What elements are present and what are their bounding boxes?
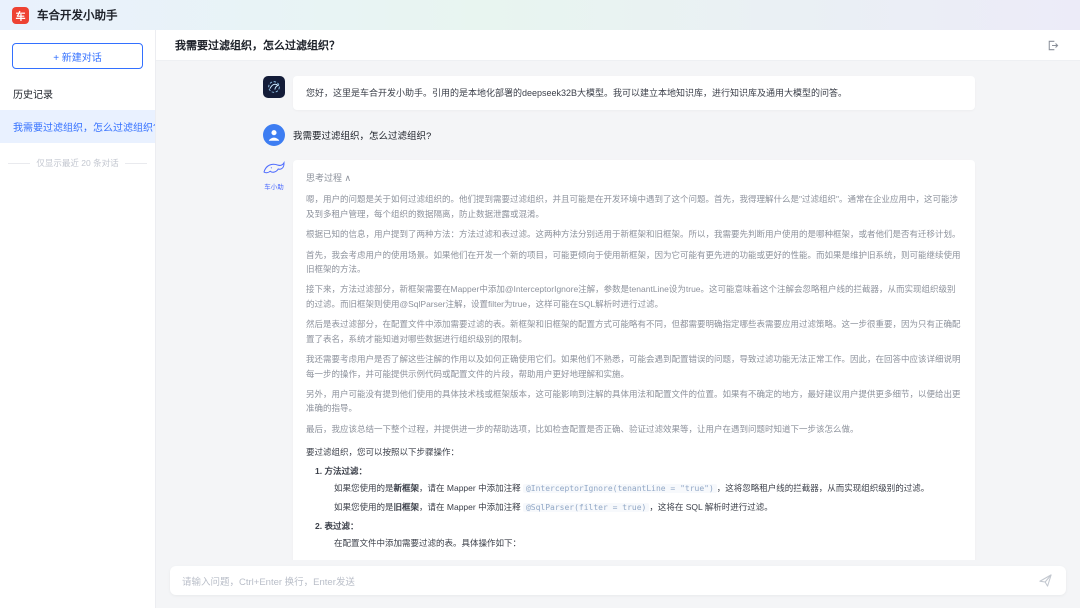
input-bar: 请输入问题，Ctrl+Enter 换行，Enter发送 [156, 560, 1080, 608]
answer-step1-item1: 如果您使用的是新框架，请在 Mapper 中添加注释 @InterceptorI… [306, 481, 962, 496]
thinking-paragraph: 嗯，用户的问题是关于如何过滤组织的。他们提到需要过滤组织，并且可能是在开发环境中… [306, 192, 962, 221]
assistant-greeting-text: 您好，这里是车合开发小助手。引用的是本地化部署的deepseek32B大模型。我… [293, 76, 975, 110]
user-question-text: 我需要过滤组织，怎么过滤组织? [293, 124, 431, 142]
user-avatar [263, 124, 285, 146]
answer-step1-title: 1. 方法过滤： [306, 465, 962, 477]
answer-step2-title: 2. 表过滤： [306, 520, 962, 532]
divider [125, 163, 147, 164]
history-label: 历史记录 [0, 69, 155, 110]
chat-titlebar: 我需要过滤组织，怎么过滤组织？ [156, 30, 1080, 61]
sidebar-item-conversation[interactable]: 我需要过滤组织，怎么过滤组织? [0, 110, 155, 143]
new-chat-button[interactable]: + 新建对话 [12, 43, 143, 69]
answer-step1-item2: 如果您使用的是旧框架，请在 Mapper 中添加注释 @SqlParser(fi… [306, 500, 962, 515]
export-icon[interactable] [1043, 36, 1061, 54]
assistant-response-card: 思考过程 ∧ 嗯，用户的问题是关于如何过滤组织的。他们提到需要过滤组织，并且可能… [293, 160, 975, 560]
chat-title: 我需要过滤组织，怎么过滤组织？ [175, 37, 340, 53]
assistant-avatar [263, 76, 285, 98]
message-assistant-greeting: 您好，这里是车合开发小助手。引用的是本地化部署的deepseek32B大模型。我… [261, 76, 975, 110]
thinking-collapse-toggle[interactable]: 思考过程 ∧ [306, 171, 962, 184]
app-window: 车 车合开发小助手 + 新建对话 历史记录 我需要过滤组织，怎么过滤组织? 仅显… [0, 0, 1080, 608]
sidebar: + 新建对话 历史记录 我需要过滤组织，怎么过滤组织? 仅显示最近 20 条对话 [0, 30, 156, 608]
app-header: 车 车合开发小助手 [0, 0, 1080, 30]
answer-content: 要过滤组织，您可以按照以下步骤操作： 1. 方法过滤： 如果您使用的是新框架，请… [306, 445, 962, 560]
answer-step2-lead: 在配置文件中添加需要过滤的表。具体操作如下： [306, 536, 962, 550]
thinking-paragraph: 我还需要考虑用户是否了解这些注解的作用以及如何正确使用它们。如果他们不熟悉，可能… [306, 352, 962, 381]
send-icon[interactable] [1036, 572, 1054, 590]
message-input-placeholder: 请输入问题，Ctrl+Enter 换行，Enter发送 [182, 574, 1036, 588]
thinking-content: 嗯，用户的问题是关于如何过滤组织的。他们提到需要过滤组织，并且可能是在开发环境中… [306, 192, 962, 436]
message-assistant-response: 车小助 思考过程 ∧ 嗯，用户的问题是关于如何过滤组织的。他们提到需要过滤组织，… [261, 160, 975, 560]
messages-area[interactable]: 您好，这里是车合开发小助手。引用的是本地化部署的deepseek32B大模型。我… [156, 61, 1080, 560]
thinking-paragraph: 另外，用户可能没有提到他们使用的具体技术栈或框架版本，这可能影响到注解的具体用法… [306, 387, 962, 416]
divider [8, 163, 30, 164]
inline-code: @InterceptorIgnore(tenantLine = "true") [523, 484, 717, 493]
thinking-paragraph: 接下来，方法过滤部分，新框架需要在Mapper中添加@InterceptorIg… [306, 282, 962, 311]
chat-panel: 我需要过滤组织，怎么过滤组织？ [156, 30, 1080, 608]
inline-code: @SqlParser(filter = true) [523, 503, 649, 512]
whale-icon [262, 160, 286, 180]
thinking-paragraph: 最后，我应该总结一下整个过程，并提供进一步的帮助选项，比如检查配置是否正确、验证… [306, 422, 962, 436]
assistant-avatar-caption: 车小助 [264, 181, 284, 191]
sidebar-footer-note: 仅显示最近 20 条对话 [8, 157, 147, 169]
message-input[interactable]: 请输入问题，Ctrl+Enter 换行，Enter发送 [170, 566, 1066, 595]
message-user: 我需要过滤组织，怎么过滤组织? [261, 124, 975, 146]
thinking-paragraph: 然后是表过滤部分，在配置文件中添加需要过滤的表。新框架和旧框架的配置方式可能略有… [306, 317, 962, 346]
thinking-paragraph: 首先，我会考虑用户的使用场景。如果他们在开发一个新的项目，可能更倾向于使用新框架… [306, 248, 962, 277]
thinking-paragraph: 根据已知的信息，用户提到了两种方法：方法过滤和表过滤。这两种方法分别适用于新框架… [306, 227, 962, 241]
app-logo: 车 [12, 7, 29, 24]
answer-intro: 要过滤组织，您可以按照以下步骤操作： [306, 445, 962, 459]
sidebar-footer-note-text: 仅显示最近 20 条对话 [36, 157, 118, 169]
app-title: 车合开发小助手 [37, 7, 118, 23]
